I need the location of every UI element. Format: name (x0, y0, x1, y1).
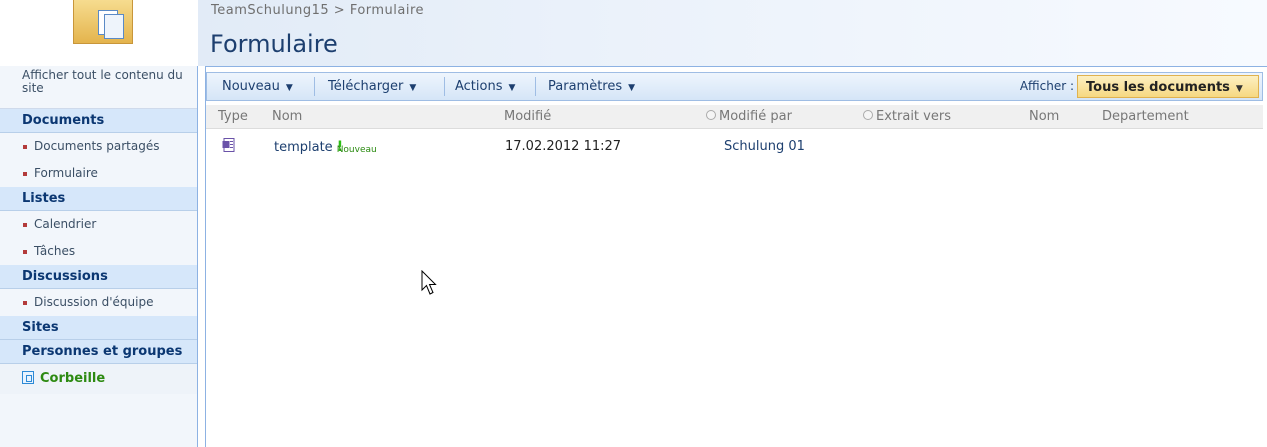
breadcrumb-site-link[interactable]: TeamSchulung15 (211, 3, 329, 18)
sidebar-item-team-discussion[interactable]: Discussion d'équipe (0, 289, 197, 316)
sidebar-heading-sites[interactable]: Sites (0, 316, 197, 340)
view-all-site-content-link[interactable]: Afficher tout le contenu du site (0, 66, 197, 109)
page-header: TeamSchulung15 > Formulaire Formulaire (0, 0, 1267, 66)
chevron-down-icon: ▼ (409, 83, 417, 93)
sidebar-heading-people-groups[interactable]: Personnes et groupes (0, 340, 197, 364)
upload-menu-button[interactable]: Télécharger ▼ (328, 73, 416, 100)
sidebar-heading-lists[interactable]: Listes (0, 187, 197, 211)
column-header-modified[interactable]: Modifié (504, 109, 551, 124)
chevron-down-icon: ▼ (508, 83, 516, 93)
quick-launch-sidebar: Afficher tout le contenu du site Documen… (0, 66, 198, 447)
breadcrumb-current: Formulaire (349, 3, 425, 18)
view-selector[interactable]: Tous les documents ▼ (1077, 75, 1259, 98)
toolbar-divider (314, 77, 315, 96)
table-row: template Nouveau! 17.02.2012 11:27 Schulu… (206, 133, 1263, 161)
recycle-bin-link[interactable]: Corbeille (0, 364, 197, 394)
toolbar-divider (535, 77, 536, 96)
column-header-department[interactable]: Departement (1102, 109, 1189, 124)
modified-date: 17.02.2012 11:27 (505, 139, 622, 154)
sidebar-item-formulaire[interactable]: Formulaire (0, 160, 197, 187)
list-toolbar: Nouveau ▼ Télécharger ▼ Actions ▼ Paramètre… (206, 72, 1263, 101)
modified-by-link[interactable]: Schulung 01 (724, 139, 805, 154)
sidebar-heading-discussions[interactable]: Discussions (0, 265, 197, 289)
sidebar-item-shared-documents[interactable]: Documents partagés (0, 133, 197, 160)
breadcrumb-separator: > (333, 3, 346, 18)
column-header-name[interactable]: Nom (272, 109, 302, 124)
folder-logo-icon (73, 0, 133, 44)
new-badge: Nouveau! (336, 139, 377, 155)
chevron-down-icon: ▼ (628, 83, 636, 93)
column-header-nom[interactable]: Nom (1029, 109, 1059, 124)
chevron-down-icon: ▼ (285, 83, 293, 93)
column-header-modified-by[interactable]: Modifié par (706, 109, 792, 124)
toolbar-divider (444, 77, 445, 96)
actions-menu-button[interactable]: Actions ▼ (455, 73, 515, 100)
mouse-pointer-icon (421, 270, 437, 295)
chevron-down-icon: ▼ (1235, 84, 1243, 94)
breadcrumb: TeamSchulung15 > Formulaire (211, 3, 424, 18)
sidebar-item-calendar[interactable]: Calendrier (0, 211, 197, 238)
sidebar-heading-documents[interactable]: Documents (0, 109, 197, 133)
document-name-link[interactable]: template Nouveau! (274, 139, 377, 155)
new-menu-button[interactable]: Nouveau ▼ (222, 73, 293, 100)
column-header-type[interactable]: Type (218, 109, 248, 124)
presence-icon (863, 110, 873, 120)
column-header-checked-out-to[interactable]: Extrait vers (863, 109, 951, 124)
main-content: Nouveau ▼ Télécharger ▼ Actions ▼ Paramètre… (205, 66, 1267, 447)
presence-icon (706, 110, 716, 120)
page-title: Formulaire (210, 30, 338, 58)
logo-area (0, 0, 198, 66)
view-label: Afficher : (1019, 79, 1074, 93)
settings-menu-button[interactable]: Paramètres ▼ (548, 73, 635, 100)
list-column-header: Type Nom Modifié Modifié par Extrait ver… (206, 105, 1263, 129)
word-document-icon[interactable] (222, 138, 236, 152)
sidebar-item-tasks[interactable]: Tâches (0, 238, 197, 265)
recycle-bin-icon (22, 370, 34, 384)
